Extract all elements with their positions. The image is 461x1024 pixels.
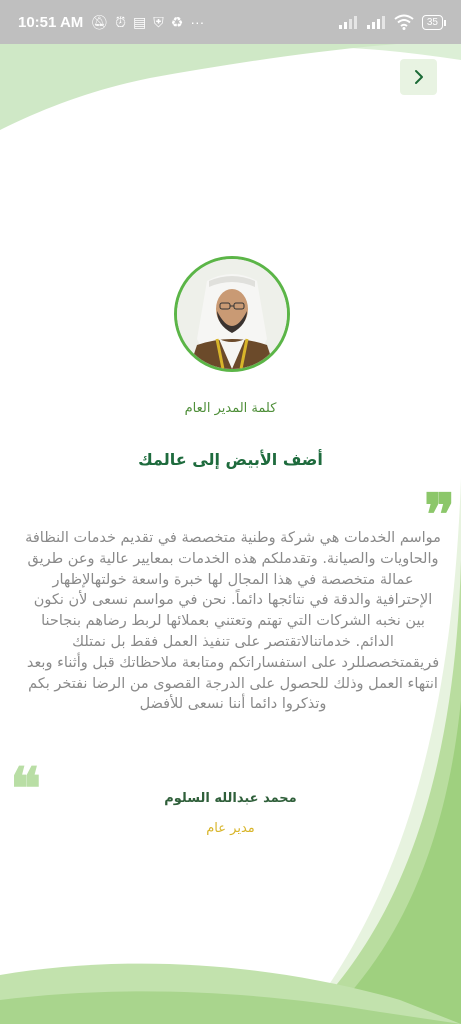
battery-icon: 35 xyxy=(421,14,447,30)
back-button[interactable] xyxy=(400,59,437,95)
avatar xyxy=(174,256,290,372)
status-bar-right: 35 xyxy=(338,14,447,30)
status-bar: 10:51 AM 🔕︎ ⏰︎ ▤ ⛨ ♻︎ ··· 35 xyxy=(0,0,461,44)
shield-icon: ⛨ xyxy=(153,13,164,30)
manager-message: مواسم الخدمات هي شركة وطنية متخصصة في تق… xyxy=(25,530,441,713)
status-time: 10:51 AM xyxy=(18,13,84,31)
bell-off-icon: 🔕︎ xyxy=(90,13,109,30)
manager-portrait xyxy=(177,259,287,369)
background-decoration xyxy=(0,40,461,1024)
wifi-icon xyxy=(394,14,414,30)
signer-title: مدير عام xyxy=(206,821,255,836)
signal-icon xyxy=(338,16,357,29)
quote-close-icon: ❝ xyxy=(10,755,42,823)
signal-icon xyxy=(366,16,385,29)
chevron-right-icon xyxy=(414,70,423,84)
message-icon: ▤ xyxy=(133,13,147,30)
role-title: كلمة المدير العام xyxy=(184,401,277,416)
status-bar-left: 10:51 AM 🔕︎ ⏰︎ ▤ ⛨ ♻︎ ··· xyxy=(18,14,204,31)
signer-name: محمد عبدالله السلوم xyxy=(164,791,297,806)
headline: أضف الأبيض إلى عالمك xyxy=(138,450,323,469)
battery-level: 35 xyxy=(426,16,438,28)
recycle-icon: ♻︎ xyxy=(170,13,184,30)
alarm-icon: ⏰︎ xyxy=(115,13,127,30)
more-icon: ··· xyxy=(190,14,205,30)
